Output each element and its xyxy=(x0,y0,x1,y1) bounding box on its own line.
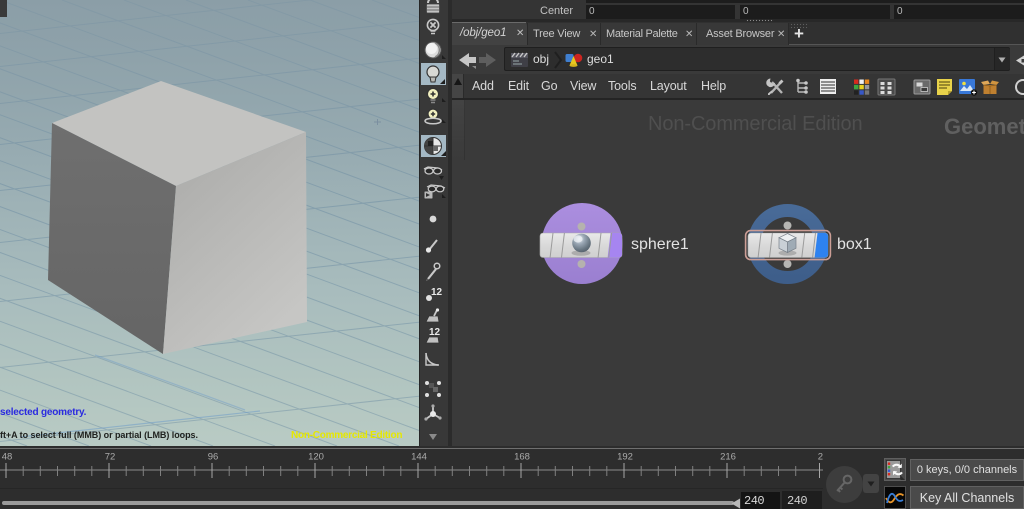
svg-text:216: 216 xyxy=(720,452,736,463)
svg-text:12: 12 xyxy=(429,327,441,338)
svg-text:192: 192 xyxy=(617,452,633,463)
svg-text:48: 48 xyxy=(2,452,13,463)
svg-text:72: 72 xyxy=(105,452,116,463)
svg-text:box1: box1 xyxy=(837,236,872,253)
svg-text:2: 2 xyxy=(818,452,823,463)
svg-text:144: 144 xyxy=(411,452,427,463)
svg-text:sphere1: sphere1 xyxy=(631,236,689,253)
svg-text:12: 12 xyxy=(431,287,443,298)
svg-text:96: 96 xyxy=(208,452,219,463)
svg-text:168: 168 xyxy=(514,452,530,463)
svg-text:120: 120 xyxy=(308,452,324,463)
